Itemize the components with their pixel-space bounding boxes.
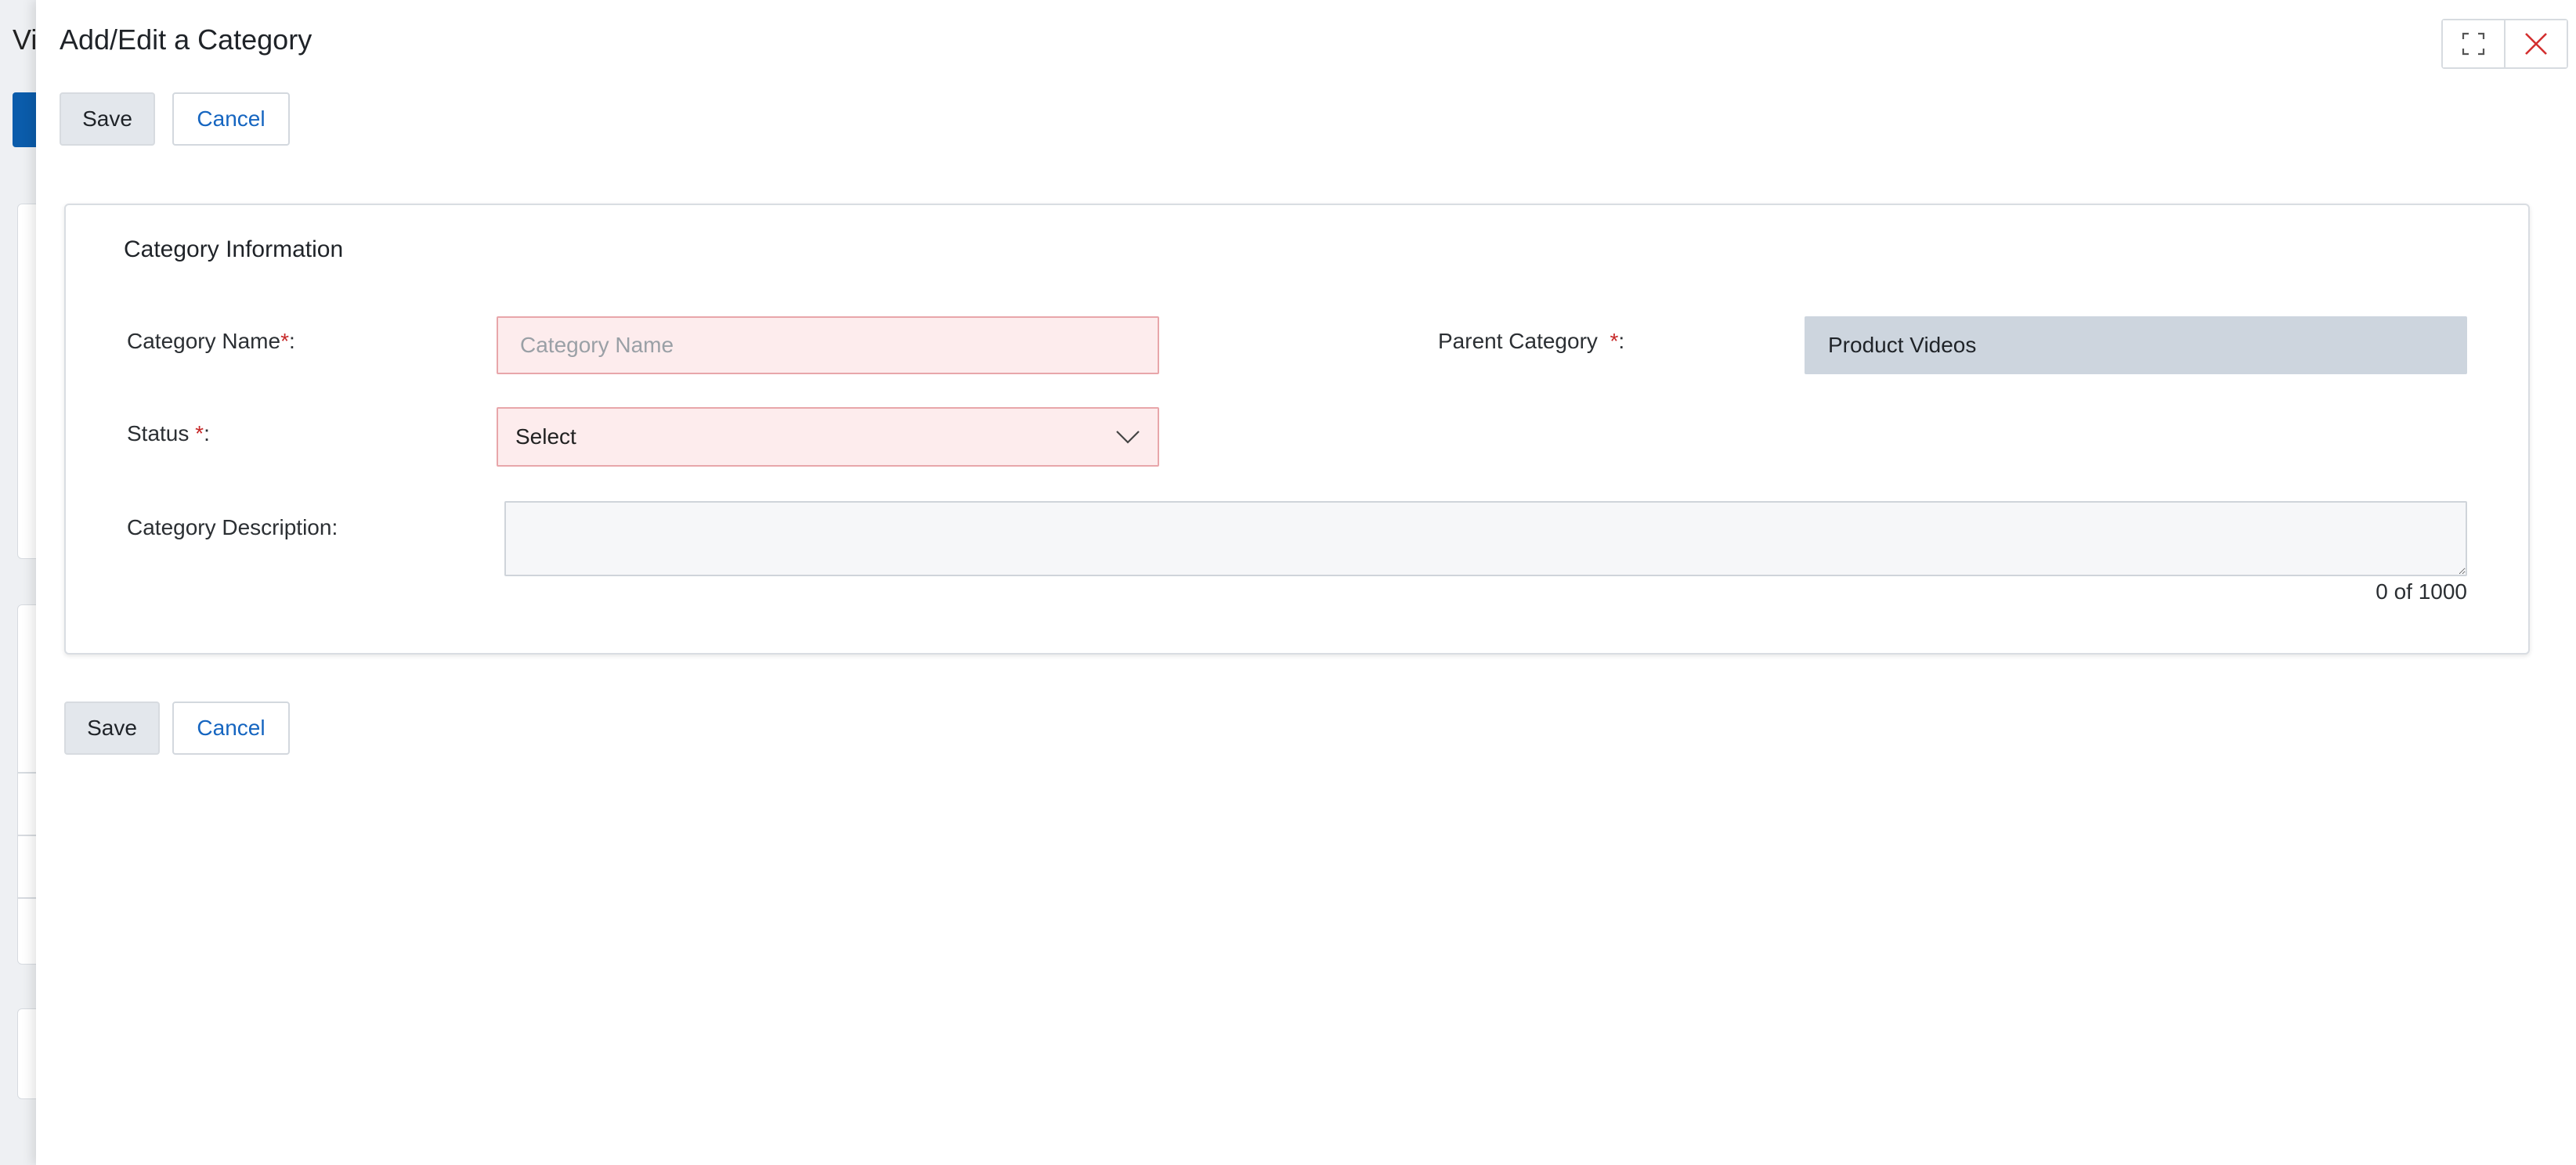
category-name-label: Category Name*: (127, 329, 295, 354)
required-marker: * (280, 329, 289, 353)
required-marker: * (1610, 329, 1619, 353)
status-select[interactable]: Select (497, 407, 1159, 467)
add-edit-category-modal: Add/Edit a Category Save Cancel Category… (36, 0, 2576, 1165)
category-description-textarea[interactable] (504, 501, 2467, 576)
modal-title: Add/Edit a Category (60, 23, 313, 56)
top-save-button[interactable]: Save (60, 92, 155, 146)
status-label-text: Status (127, 421, 190, 445)
label-suffix: : (1618, 329, 1625, 353)
label-suffix: : (289, 329, 295, 353)
top-cancel-button[interactable]: Cancel (172, 92, 290, 146)
status-label: Status *: (127, 421, 210, 446)
expand-icon (2462, 32, 2485, 56)
parent-category-value: Product Videos (1828, 333, 1977, 357)
maximize-button[interactable] (2443, 20, 2504, 67)
background-page-title: Vi (13, 23, 38, 56)
parent-category-field: Product Videos (1805, 316, 2467, 374)
parent-category-label: Parent Category *: (1438, 329, 1624, 354)
window-controls (2441, 19, 2568, 69)
category-description-label: Category Description: (127, 515, 338, 539)
label-suffix: : (204, 421, 210, 445)
chevron-down-icon (1116, 431, 1140, 444)
character-counter: 0 of 1000 (2375, 579, 2467, 604)
bottom-save-button[interactable]: Save (64, 702, 160, 755)
status-selected-value: Select (515, 424, 576, 449)
close-button[interactable] (2504, 20, 2567, 67)
bottom-cancel-button[interactable]: Cancel (172, 702, 290, 755)
required-marker: * (195, 421, 204, 445)
close-icon (2525, 33, 2547, 55)
section-title: Category Information (124, 236, 344, 262)
category-information-card: Category Information Category Name*: Par… (64, 204, 2530, 655)
category-name-input[interactable] (497, 316, 1159, 374)
category-name-label-text: Category Name (127, 329, 281, 353)
parent-category-label-text: Parent Category (1438, 329, 1598, 353)
